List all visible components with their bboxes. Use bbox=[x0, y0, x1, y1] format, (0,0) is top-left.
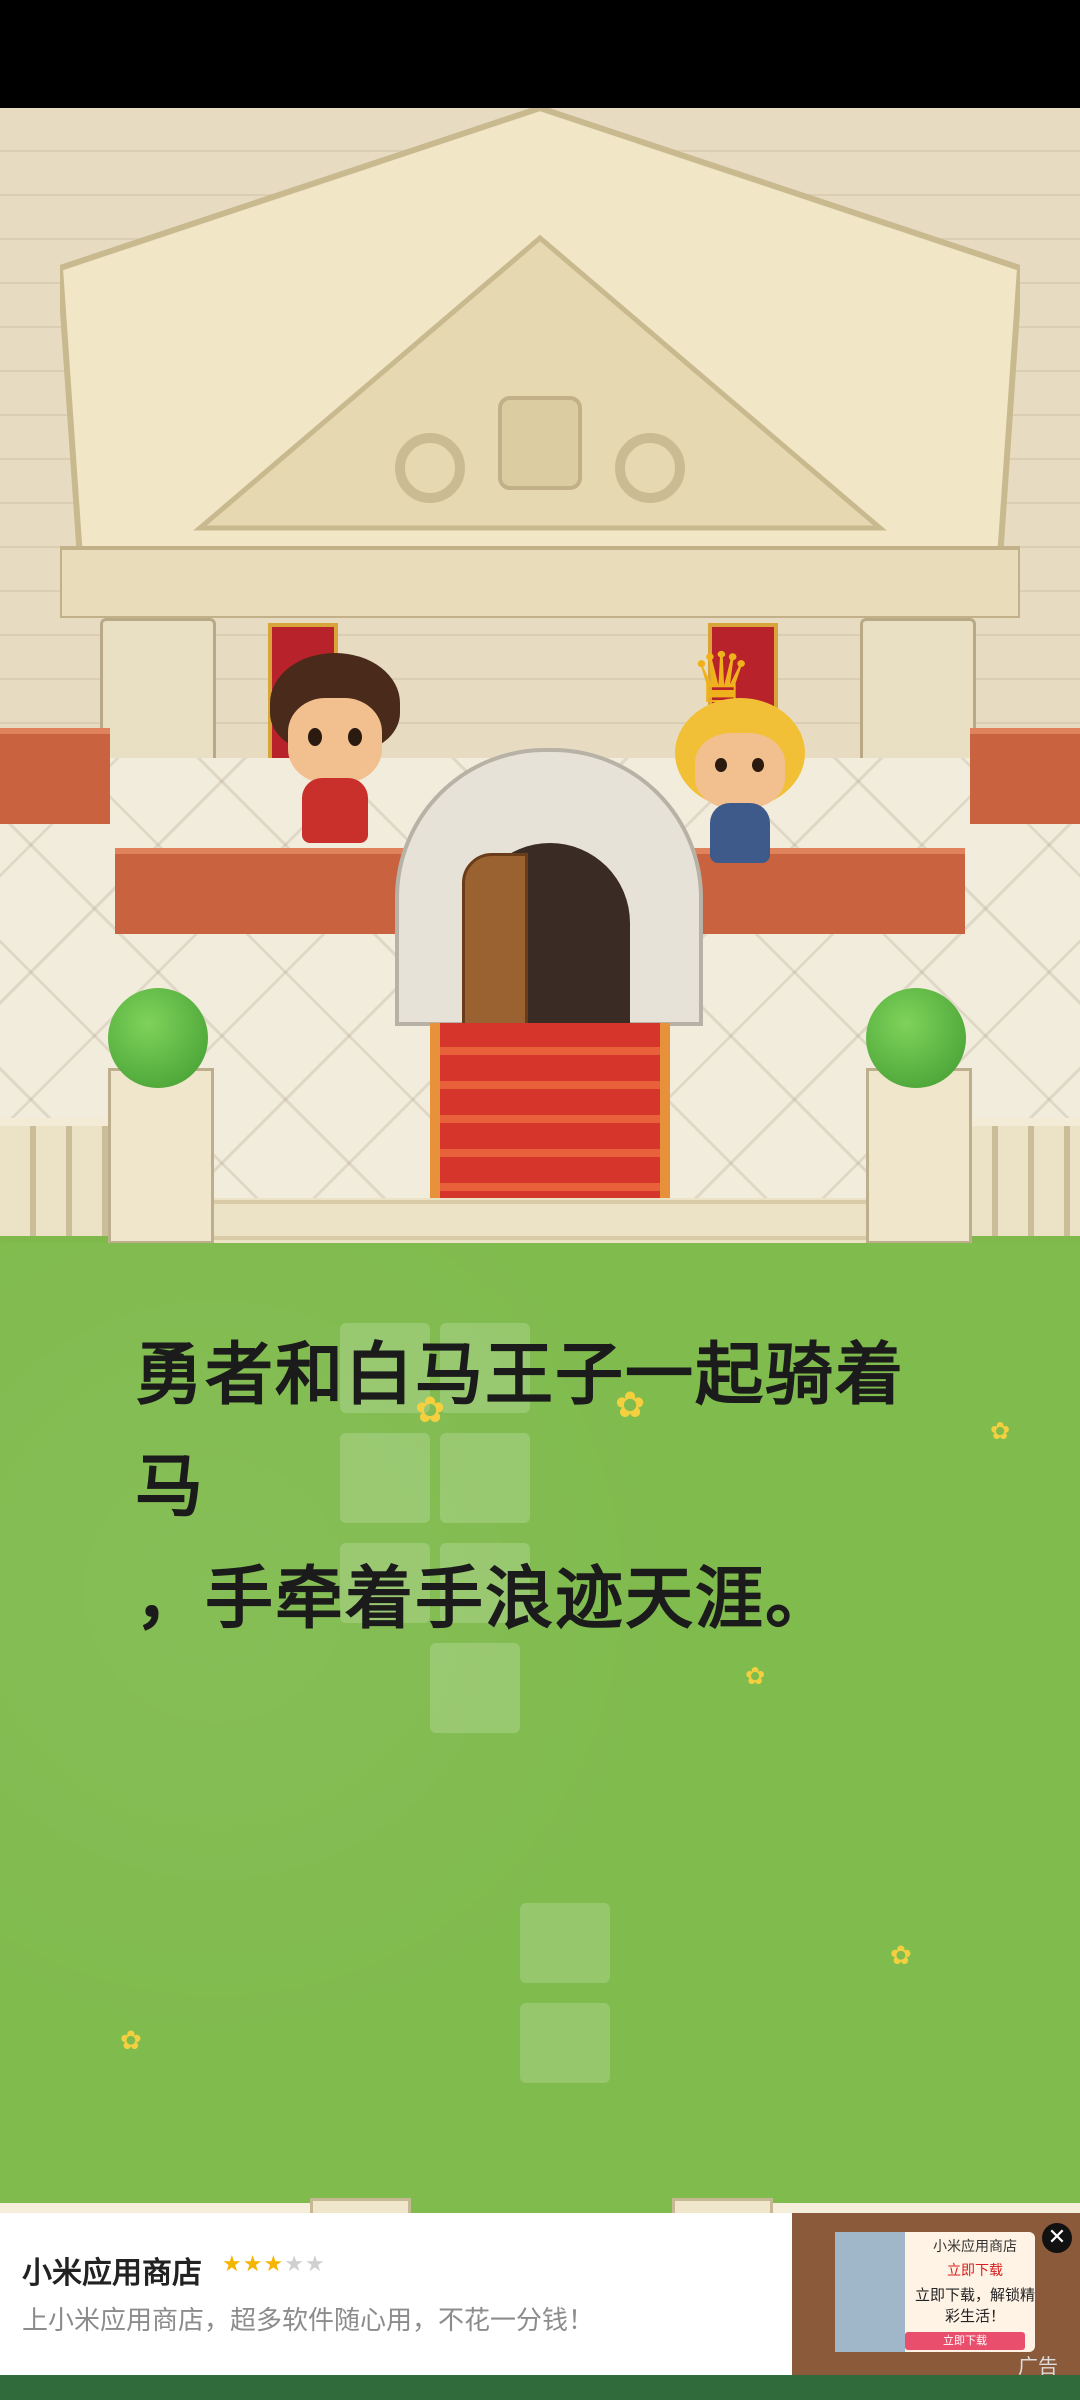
ad-card-download[interactable]: 立即下载 bbox=[915, 2260, 1035, 2280]
wall-ledge-right bbox=[970, 728, 1080, 824]
ad-rating-stars: ★★★★★ bbox=[222, 2252, 326, 2277]
prince-character[interactable]: ♛ bbox=[670, 643, 810, 883]
bottom-strip bbox=[0, 2375, 1080, 2400]
flower-icon: ✿ bbox=[990, 1417, 1011, 1445]
prince-body bbox=[710, 803, 770, 863]
flower-icon: ✿ bbox=[120, 2026, 142, 2056]
planter-right bbox=[866, 1068, 972, 1244]
ad-card-title: 小米应用商店 bbox=[933, 2239, 1017, 2255]
path-stone bbox=[520, 1903, 610, 1983]
rating-star-icon: ★ bbox=[263, 2252, 285, 2277]
planter-left bbox=[108, 1068, 214, 1244]
hero-body bbox=[302, 778, 368, 843]
ad-download-button[interactable]: 立即下载 bbox=[905, 2332, 1025, 2350]
flower-icon: ✿ bbox=[745, 1662, 766, 1690]
flower-icon: ✿ bbox=[890, 1941, 912, 1971]
ad-card-image bbox=[835, 2232, 905, 2352]
wall-ledge-left bbox=[0, 728, 110, 824]
top-black-bar bbox=[0, 0, 1080, 108]
close-icon[interactable]: ✕ bbox=[1042, 2223, 1072, 2253]
game-scene[interactable]: ♛ ✿ ✿ ✿ ✿ ✿ ✿ ✿ ✿ bbox=[0, 108, 1080, 2400]
bush-right-icon bbox=[866, 988, 966, 1088]
hero-eye-right bbox=[348, 728, 362, 746]
rating-star-icon: ★ bbox=[284, 2252, 305, 2277]
prince-eye-left bbox=[715, 758, 727, 772]
ad-card-promo: 立即下载，解锁精彩生活！ bbox=[914, 2286, 1035, 2325]
path-stone bbox=[520, 2003, 610, 2083]
hero-eye-left bbox=[308, 728, 322, 746]
hero-character[interactable] bbox=[270, 653, 400, 873]
rating-star-icon: ★ bbox=[242, 2252, 264, 2277]
ad-description[interactable]: 上小米应用商店，超多软件随心用，不花一分钱！ bbox=[22, 2300, 594, 2337]
ad-app-name[interactable]: 小米应用商店 bbox=[22, 2248, 202, 2292]
prince-face bbox=[695, 733, 785, 808]
prince-eye-right bbox=[752, 758, 764, 772]
rating-star-icon: ★ bbox=[222, 2252, 243, 2277]
castle-roof bbox=[60, 108, 1020, 618]
path-stone bbox=[430, 1643, 520, 1733]
story-text[interactable]: 勇者和白马王子一起骑着马 ，手牵着手浪迹天涯。 bbox=[135, 1320, 965, 1656]
hero-face bbox=[288, 698, 382, 783]
open-door bbox=[462, 853, 528, 1029]
rating-star-icon: ★ bbox=[304, 2252, 326, 2277]
bush-left-icon bbox=[108, 988, 208, 1088]
